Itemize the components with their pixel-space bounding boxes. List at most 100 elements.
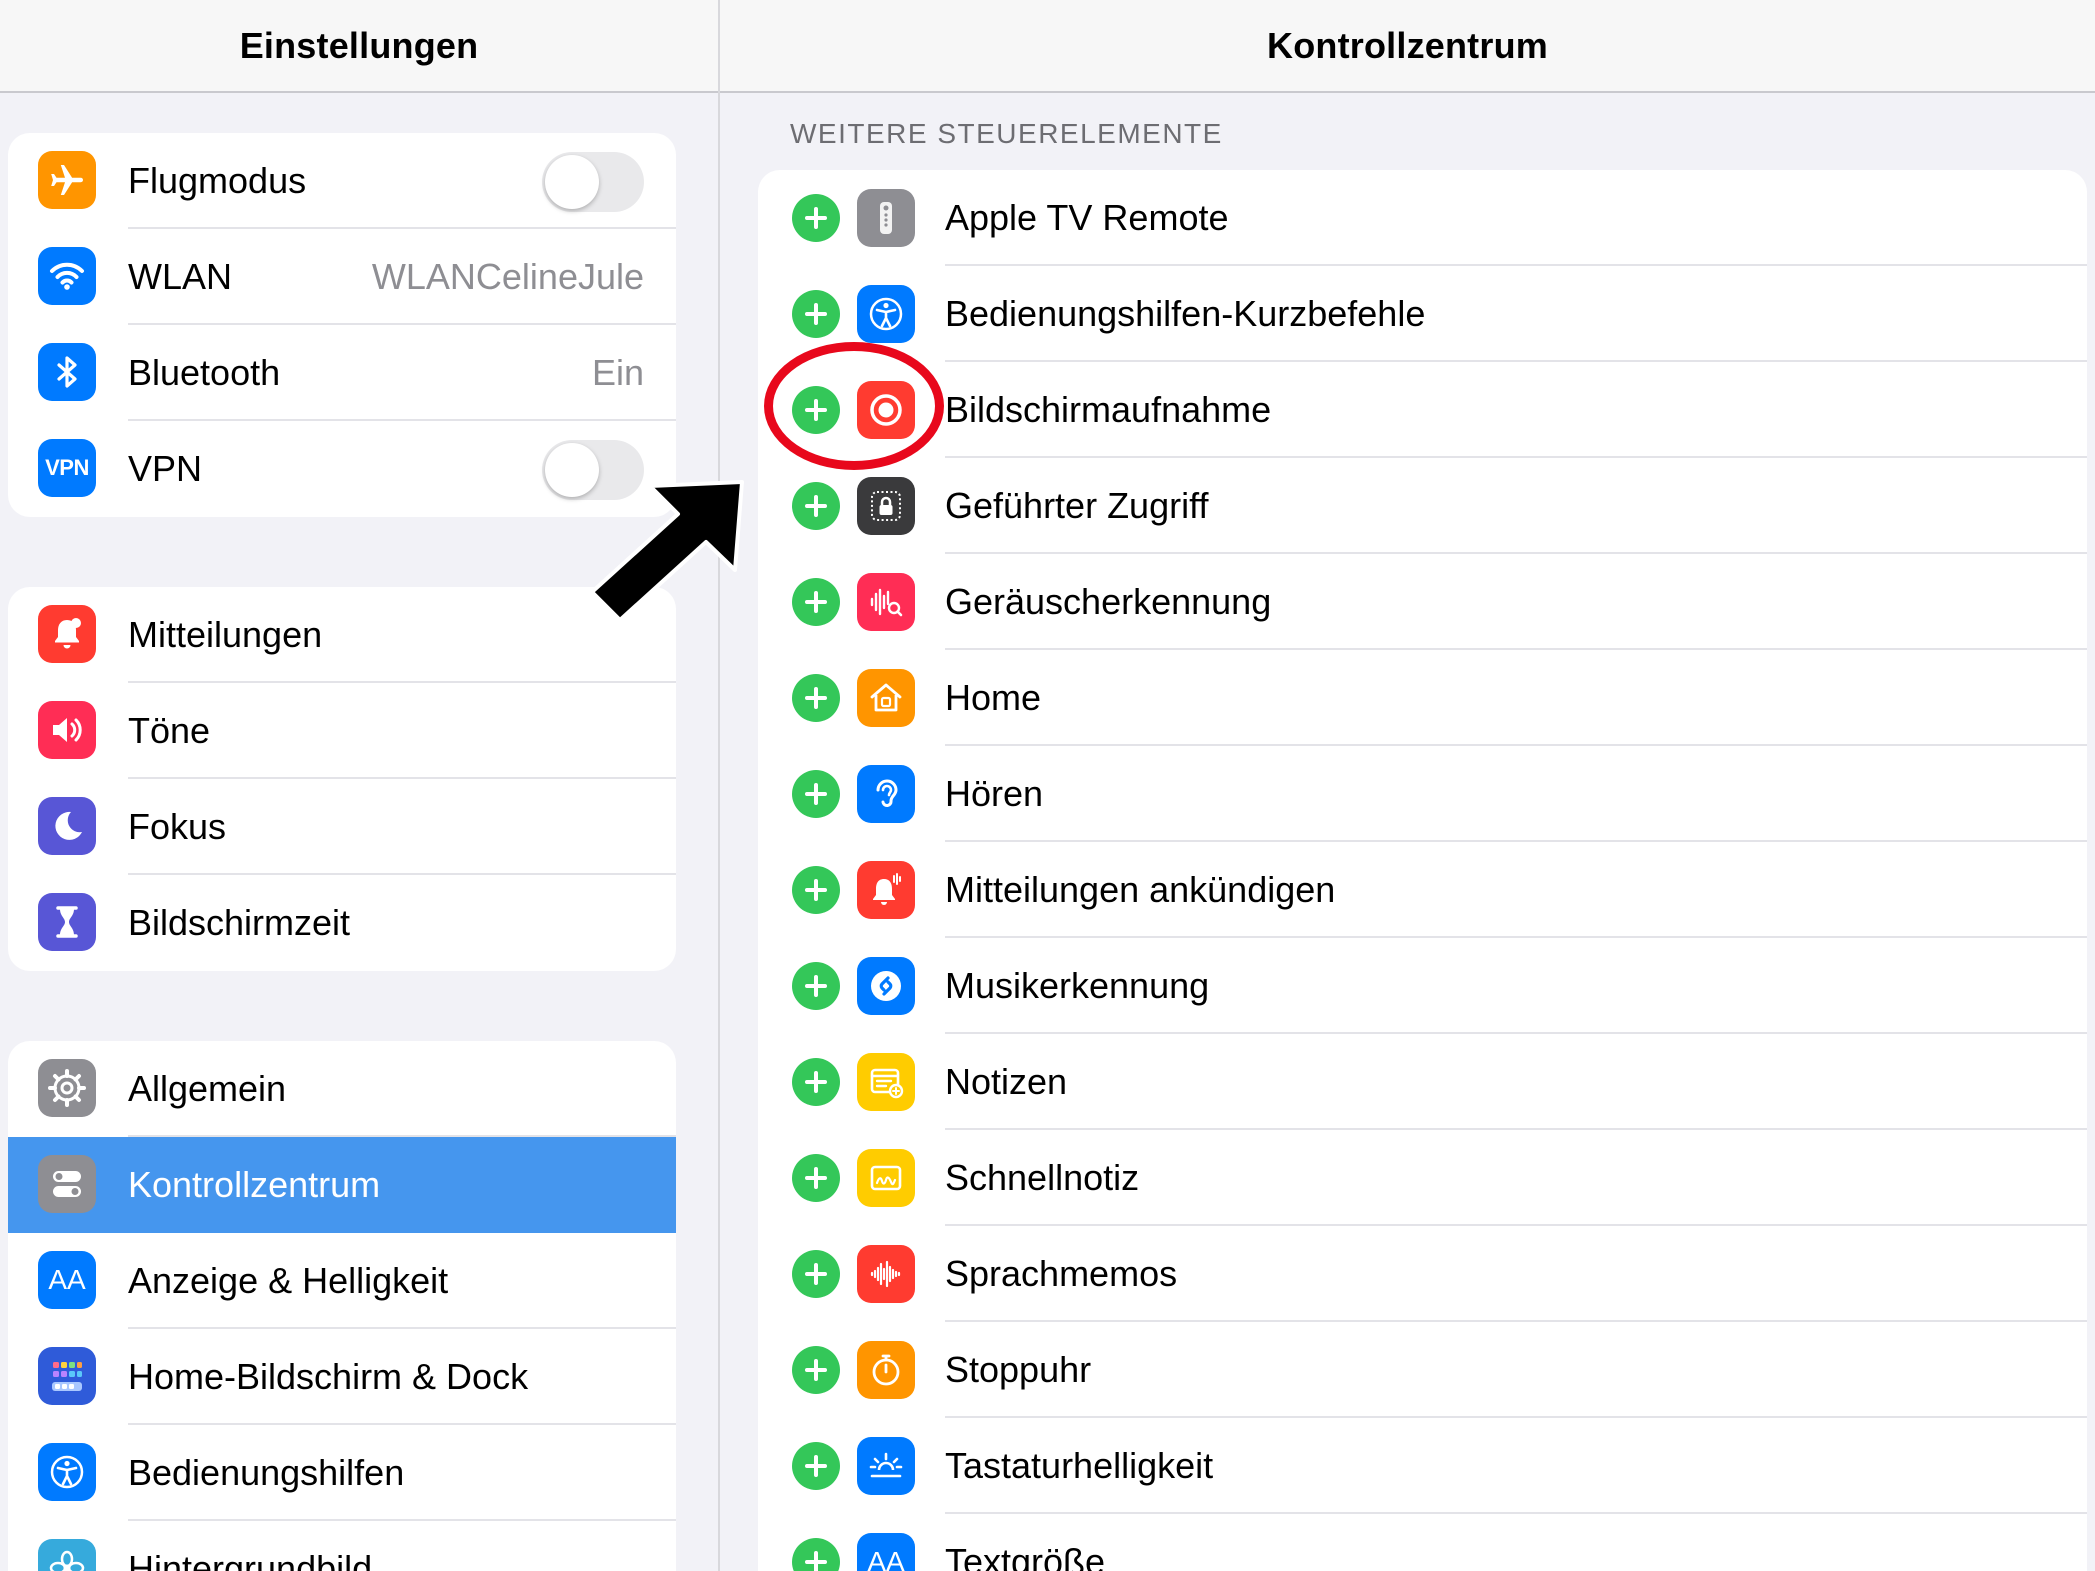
gear-icon — [38, 1059, 96, 1117]
plus-icon — [805, 687, 827, 709]
control-item-bedienungshilfen-kurzbefehle[interactable]: Bedienungshilfen-Kurzbefehle — [758, 266, 2087, 362]
sidebar-item-kontrollzentrum[interactable]: Kontrollzentrum — [8, 1137, 676, 1233]
add-control-button[interactable] — [792, 1250, 840, 1298]
control-item-apple-tv-remote[interactable]: Apple TV Remote — [758, 170, 2087, 266]
control-item-home[interactable]: Home — [758, 650, 2087, 746]
accessibility-icon — [857, 285, 915, 343]
accessibility-icon — [38, 1443, 96, 1501]
control-item-label: Bedienungshilfen-Kurzbefehle — [945, 293, 1426, 334]
add-control-button[interactable] — [792, 770, 840, 818]
sidebar-item-label: Anzeige & Helligkeit — [128, 1260, 449, 1301]
add-control-button[interactable] — [792, 1154, 840, 1202]
announce-bell-icon — [857, 861, 915, 919]
control-item-musikerkennung[interactable]: Musikerkennung — [758, 938, 2087, 1034]
page-title: Kontrollzentrum — [720, 0, 2095, 93]
control-item-notizen[interactable]: Notizen — [758, 1034, 2087, 1130]
sidebar-item-label: Bedienungshilfen — [128, 1452, 405, 1493]
sidebar-item-label: Bluetooth — [128, 352, 281, 393]
add-control-button[interactable] — [792, 962, 840, 1010]
control-item-mitteilungen-ankuendigen[interactable]: Mitteilungen ankündigen — [758, 842, 2087, 938]
section-header: WEITERE STEUERELEMENTE — [790, 118, 1223, 149]
add-control-button[interactable] — [792, 866, 840, 914]
plus-icon — [805, 1263, 827, 1285]
sidebar-item-mitteilungen[interactable]: Mitteilungen — [8, 587, 676, 683]
bluetooth-status: Ein — [591, 352, 644, 393]
plus-icon — [805, 783, 827, 805]
control-item-label: Geführter Zugriff — [945, 485, 1209, 526]
add-control-button[interactable] — [792, 1058, 840, 1106]
add-control-button[interactable] — [792, 194, 840, 242]
control-item-stoppuhr[interactable]: Stoppuhr — [758, 1322, 2087, 1418]
control-item-label: Textgröße — [945, 1541, 1106, 1571]
flugmodus-toggle[interactable] — [542, 152, 644, 212]
sidebar-item-hintergrundbild[interactable]: Hintergrundbild — [8, 1521, 676, 1571]
control-item-sprachmemos[interactable]: Sprachmemos — [758, 1226, 2087, 1322]
sidebar-item-vpn[interactable]: VPN VPN — [8, 421, 676, 517]
add-control-button[interactable] — [792, 290, 840, 338]
control-item-schnellnotiz[interactable]: Schnellnotiz — [758, 1130, 2087, 1226]
control-item-label: Home — [945, 677, 1042, 718]
wlan-network-name: WLANCelineJule — [371, 256, 644, 297]
plus-icon — [805, 1551, 827, 1571]
plus-icon — [805, 303, 827, 325]
notes-icon — [857, 1053, 915, 1111]
sidebar-item-toene[interactable]: Töne — [8, 683, 676, 779]
sidebar-item-home-bildschirm[interactable]: Home-Bildschirm & Dock — [8, 1329, 676, 1425]
control-item-label: Notizen — [945, 1061, 1068, 1102]
control-item-textgroesse[interactable]: AA Textgröße — [758, 1514, 2087, 1571]
ear-icon — [857, 765, 915, 823]
control-item-hoeren[interactable]: Hören — [758, 746, 2087, 842]
plus-icon — [805, 591, 827, 613]
home-grid-icon — [38, 1347, 96, 1405]
sidebar-item-label: Hintergrundbild — [128, 1548, 373, 1571]
sidebar-item-wlan[interactable]: WLAN WLANCelineJule — [8, 229, 676, 325]
plus-icon — [805, 975, 827, 997]
sidebar-item-bedienungshilfen[interactable]: Bedienungshilfen — [8, 1425, 676, 1521]
sidebar-item-allgemein[interactable]: Allgemein — [8, 1041, 676, 1137]
control-item-label: Apple TV Remote — [945, 197, 1229, 238]
control-item-label: Geräuscherkennung — [945, 581, 1272, 622]
plus-icon — [805, 1359, 827, 1381]
house-icon — [857, 669, 915, 727]
control-item-geraeuscherkennung[interactable]: Geräuscherkennung — [758, 554, 2087, 650]
keyboard-brightness-icon — [857, 1437, 915, 1495]
control-item-label: Bildschirmaufnahme — [945, 389, 1272, 430]
sidebar-item-label: Bildschirmzeit — [128, 902, 351, 943]
control-item-bildschirmaufnahme[interactable]: Bildschirmaufnahme — [758, 362, 2087, 458]
sidebar-item-bildschirmzeit[interactable]: Bildschirmzeit — [8, 875, 676, 971]
add-control-button[interactable] — [792, 674, 840, 722]
control-item-label: Schnellnotiz — [945, 1157, 1140, 1198]
sidebar-item-flugmodus[interactable]: Flugmodus — [8, 133, 676, 229]
wifi-icon — [38, 247, 96, 305]
sidebar-item-label: Allgemein — [128, 1068, 287, 1109]
flower-icon — [38, 1539, 96, 1571]
sidebar-item-anzeige[interactable]: AA Anzeige & Helligkeit — [8, 1233, 676, 1329]
add-control-button[interactable] — [792, 1442, 840, 1490]
sidebar-item-label: VPN — [128, 448, 203, 489]
sidebar-item-bluetooth[interactable]: Bluetooth Ein — [8, 325, 676, 421]
control-item-label: Sprachmemos — [945, 1253, 1178, 1294]
control-item-label: Musikerkennung — [945, 965, 1210, 1006]
switches-icon — [38, 1155, 96, 1213]
add-control-button[interactable] — [792, 578, 840, 626]
bluetooth-icon — [38, 343, 96, 401]
sidebar-item-label: Flugmodus — [128, 160, 307, 201]
add-control-button[interactable] — [792, 1346, 840, 1394]
sidebar-item-fokus[interactable]: Fokus — [8, 779, 676, 875]
add-control-button[interactable] — [792, 1538, 840, 1571]
add-control-button[interactable] — [792, 482, 840, 530]
vpn-icon: VPN — [38, 439, 96, 497]
control-item-label: Hören — [945, 773, 1044, 814]
lock-icon — [857, 477, 915, 535]
text-size-icon-text: AA — [48, 1264, 86, 1295]
stopwatch-icon — [857, 1341, 915, 1399]
control-item-tastaturhelligkeit[interactable]: Tastaturhelligkeit — [758, 1418, 2087, 1514]
control-item-label: Tastaturhelligkeit — [945, 1445, 1214, 1486]
moon-icon — [38, 797, 96, 855]
hourglass-icon — [38, 893, 96, 951]
settings-sidebar: Einstellungen Flugmodus WLAN WLANCelineJ… — [0, 0, 720, 1571]
sound-recognition-icon — [857, 573, 915, 631]
annotation-arrow-icon — [590, 480, 744, 622]
plus-icon — [805, 879, 827, 901]
control-item-gefuehrter-zugriff[interactable]: Geführter Zugriff — [758, 458, 2087, 554]
